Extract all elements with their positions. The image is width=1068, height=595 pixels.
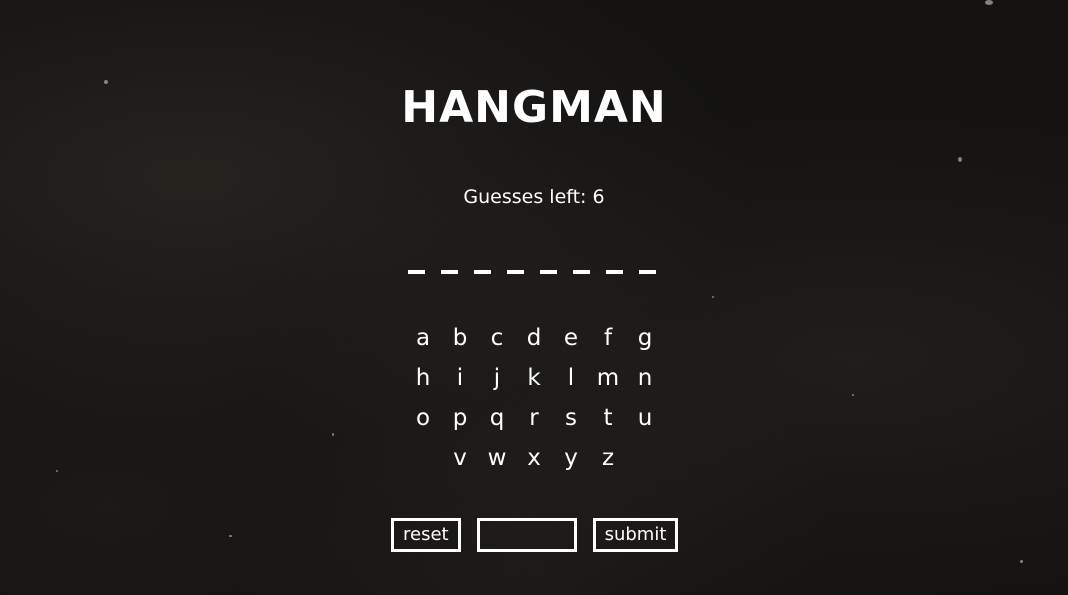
letter-blank [606, 270, 623, 274]
letter-key-p[interactable]: p [442, 405, 479, 431]
letter-key-i[interactable]: i [442, 365, 479, 391]
keyboard-row: opqrstu [404, 398, 664, 438]
letter-key-c[interactable]: c [479, 325, 516, 351]
letter-blank [507, 270, 524, 274]
letter-key-g[interactable]: g [627, 325, 664, 351]
letter-blank [639, 270, 656, 274]
letter-key-v[interactable]: v [442, 445, 479, 471]
letter-key-m[interactable]: m [590, 365, 627, 391]
letter-key-e[interactable]: e [553, 325, 590, 351]
letter-key-f[interactable]: f [590, 325, 627, 351]
letter-key-w[interactable]: w [479, 445, 516, 471]
letter-key-l[interactable]: l [553, 365, 590, 391]
letter-key-t[interactable]: t [590, 405, 627, 431]
submit-button[interactable]: submit [592, 518, 679, 552]
letter-key-s[interactable]: s [553, 405, 590, 431]
letter-blank [540, 270, 557, 274]
letter-key-a[interactable]: a [405, 325, 442, 351]
letter-key-z[interactable]: z [590, 445, 627, 471]
letter-keyboard: abcdefghijklmnopqrstuvwxyz [404, 318, 664, 478]
letter-key-j[interactable]: j [479, 365, 516, 391]
letter-blank [573, 270, 590, 274]
letter-key-b[interactable]: b [442, 325, 479, 351]
letter-key-h[interactable]: h [405, 365, 442, 391]
word-blanks [408, 262, 656, 274]
keyboard-row: abcdefg [404, 318, 664, 358]
letter-key-o[interactable]: o [405, 405, 442, 431]
reset-button[interactable]: reset [391, 518, 461, 552]
letter-blank [474, 270, 491, 274]
letter-blank [408, 270, 425, 274]
letter-key-n[interactable]: n [627, 365, 664, 391]
guesses-left-counter: Guesses left: 6 [463, 186, 605, 208]
letter-key-k[interactable]: k [516, 365, 553, 391]
keyboard-row: vwxyz [404, 438, 664, 478]
guess-input[interactable] [476, 518, 577, 552]
keyboard-row: hijklmn [404, 358, 664, 398]
letter-key-x[interactable]: x [516, 445, 553, 471]
letter-key-q[interactable]: q [479, 405, 516, 431]
game-title: HANGMAN [401, 82, 667, 133]
letter-blank [441, 270, 458, 274]
letter-key-u[interactable]: u [627, 405, 664, 431]
game-controls: reset submit [391, 518, 679, 552]
letter-key-r[interactable]: r [516, 405, 553, 431]
letter-key-d[interactable]: d [516, 325, 553, 351]
letter-key-y[interactable]: y [553, 445, 590, 471]
